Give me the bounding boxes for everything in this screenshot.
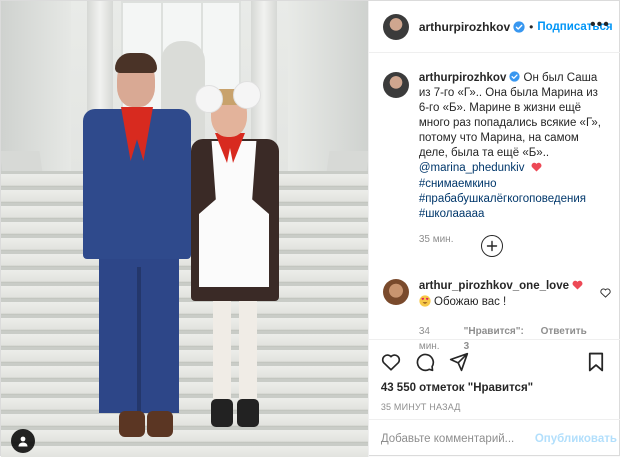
author-username[interactable]: arthurpirozhkov: [419, 20, 510, 34]
post-caption: arthurpirozhkov Он был Саша из 7-го «Г».…: [382, 71, 611, 247]
action-icons-row: [381, 352, 608, 372]
separator-dot: •: [529, 19, 534, 34]
caption-mention-link[interactable]: @marina_phedunkiv: [419, 162, 525, 174]
more-horizontal-icon[interactable]: •••: [590, 17, 610, 33]
save-bookmark-icon[interactable]: [588, 352, 604, 372]
avatar[interactable]: [382, 13, 409, 40]
heart-eyes-emoji-icon: [419, 295, 431, 312]
man-figure-hair: [115, 53, 157, 73]
comment-bubble-icon[interactable]: [415, 352, 435, 372]
caption-timestamp: 35 мин.: [418, 234, 454, 245]
post-date: 35 МИНУТ НАЗАД: [380, 402, 461, 412]
likes-count[interactable]: 43 550 отметок "Нравится": [381, 382, 608, 394]
post-photo[interactable]: [1, 1, 368, 457]
instagram-post: arthurpirozhkov • Подписаться ••• arthur…: [0, 0, 620, 457]
avatar[interactable]: [382, 72, 409, 98]
caption-text: Он был Саша из 7-го «Г».. Она была Марин…: [418, 72, 601, 159]
heart-emoji-icon: [572, 280, 583, 295]
user-icon: [18, 436, 28, 447]
post-actions: 43 550 отметок "Нравится" 35 МИНУТ НАЗАД: [368, 339, 620, 419]
heart-emoji-icon: [531, 162, 542, 177]
hashtag-link[interactable]: #снимаемкино: [419, 177, 611, 192]
post-header: arthurpirozhkov • Подписаться •••: [368, 1, 620, 53]
plus-circle-icon: [486, 240, 498, 252]
comment-text: Обожаю вас !: [430, 296, 507, 308]
man-figure-legs: [99, 257, 179, 413]
hashtag-link[interactable]: #прабабушкалёгкогоповедения: [419, 192, 611, 207]
comment-input[interactable]: [380, 432, 535, 445]
avatar[interactable]: [382, 279, 409, 305]
post-side-panel: arthurpirozhkov • Подписаться ••• arthur…: [367, 1, 620, 457]
add-comment-bar: Опубликовать: [368, 419, 620, 457]
like-heart-icon[interactable]: [381, 353, 401, 371]
woman-figure-bow: [233, 81, 261, 109]
woman-figure-shoe: [237, 399, 259, 427]
comment-like-heart-icon[interactable]: [600, 285, 611, 303]
man-figure-shoe: [119, 411, 145, 437]
comment-username[interactable]: arthur_pirozhkov_one_love: [419, 280, 569, 292]
tagged-users-button[interactable]: [11, 429, 35, 453]
load-more-comments-button[interactable]: [480, 235, 503, 257]
hashtag-link[interactable]: #школааааа: [419, 207, 611, 222]
publish-button[interactable]: Опубликовать: [535, 433, 617, 445]
woman-figure-leg: [239, 301, 257, 401]
caption-body: arthurpirozhkov Он был Саша из 7-го «Г».…: [419, 71, 611, 247]
man-figure-shoe: [147, 411, 173, 437]
verified-badge-icon: [513, 20, 525, 33]
woman-figure-bow: [195, 85, 223, 113]
verified-badge-icon: [509, 71, 520, 82]
woman-figure-shoe: [211, 399, 233, 427]
share-paper-plane-icon[interactable]: [449, 352, 469, 372]
woman-figure-leg: [213, 301, 231, 401]
caption-username[interactable]: arthurpirozhkov: [419, 72, 507, 84]
photo-column: [251, 1, 277, 161]
